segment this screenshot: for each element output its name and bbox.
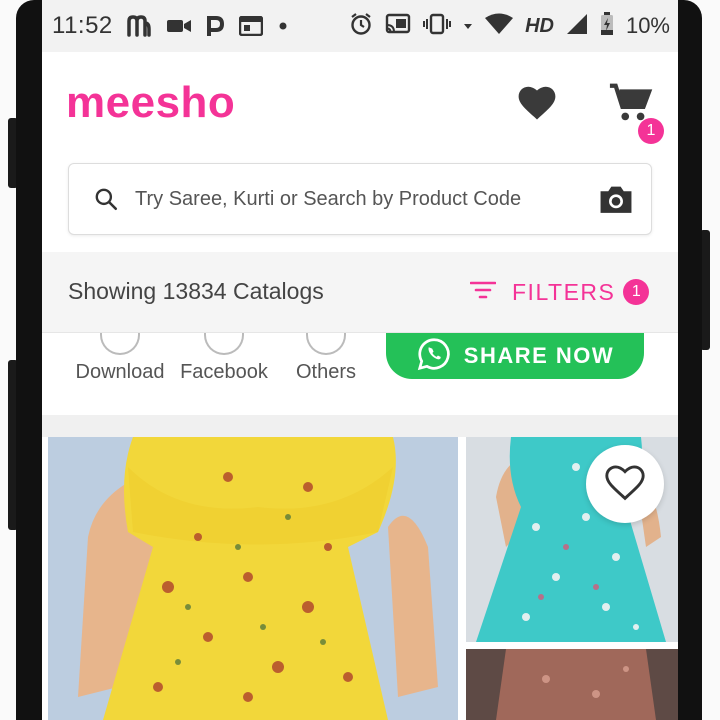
whatsapp-icon — [416, 336, 452, 377]
phone-bezel — [16, 0, 42, 720]
product-image-brown-dress[interactable] — [466, 649, 678, 720]
parking-app-icon — [205, 15, 225, 37]
cast-icon — [385, 13, 411, 40]
calendar-icon — [238, 16, 263, 36]
vibrate-icon — [423, 13, 452, 40]
product-image-yellow-dress[interactable] — [48, 437, 458, 720]
filter-icon — [469, 280, 497, 305]
wifi-icon — [485, 13, 514, 40]
catalog-count: Showing 13834 Catalogs — [68, 278, 324, 304]
video-icon — [166, 18, 191, 34]
alarm-icon — [349, 12, 373, 41]
share-option-download[interactable]: Download — [70, 333, 170, 384]
download-icon — [100, 333, 140, 355]
camera-icon[interactable] — [597, 182, 635, 221]
battery-percent: 10% — [625, 13, 670, 38]
app-header: meesho 1 — [42, 52, 678, 152]
status-bar: 11:52 HD 10% — [42, 0, 678, 52]
section-separator — [42, 415, 678, 437]
filters-label: FILTERS — [512, 278, 616, 305]
search-icon — [93, 186, 119, 217]
share-row: Download Facebook Others SHARE NOW — [42, 333, 678, 415]
add-to-wishlist-button[interactable] — [586, 445, 664, 523]
filters-count-badge: 1 — [623, 279, 650, 305]
cart-count-badge: 1 — [638, 118, 664, 144]
facebook-icon — [204, 333, 244, 355]
product-grid — [42, 437, 678, 720]
filters-button[interactable]: FILTERS 1 — [469, 272, 650, 312]
meesho-notification-icon — [127, 15, 153, 37]
search-bar[interactable] — [68, 163, 652, 235]
results-bar: Showing 13834 Catalogs FILTERS 1 — [42, 252, 678, 333]
battery-icon — [600, 11, 614, 41]
share-icon — [306, 333, 346, 355]
status-time: 11:52 — [52, 12, 113, 39]
search-input[interactable] — [135, 164, 575, 234]
heart-outline-icon — [603, 462, 647, 507]
network-type: HD — [525, 14, 554, 37]
share-now-button[interactable]: SHARE NOW — [386, 333, 644, 379]
share-option-label: Download — [75, 361, 165, 383]
dot-icon — [277, 20, 289, 32]
share-option-label: Facebook — [180, 361, 268, 383]
phone-frame: 11:52 HD 10% meesho 1 Try Saree, Kurti o… — [0, 0, 720, 720]
app-screen: 11:52 HD 10% meesho 1 Try Saree, Kurti o… — [42, 0, 678, 720]
wishlist-heart-icon[interactable] — [516, 82, 558, 122]
share-now-label: SHARE NOW — [463, 343, 615, 368]
data-arrows-icon — [463, 14, 473, 39]
share-option-label: Others — [295, 361, 357, 383]
share-option-facebook[interactable]: Facebook — [176, 333, 272, 384]
status-right: HD 10% — [349, 0, 670, 52]
meesho-logo[interactable]: meesho — [66, 78, 235, 128]
share-option-others[interactable]: Others — [284, 333, 368, 384]
phone-bezel — [676, 0, 702, 720]
signal-icon — [566, 13, 588, 40]
